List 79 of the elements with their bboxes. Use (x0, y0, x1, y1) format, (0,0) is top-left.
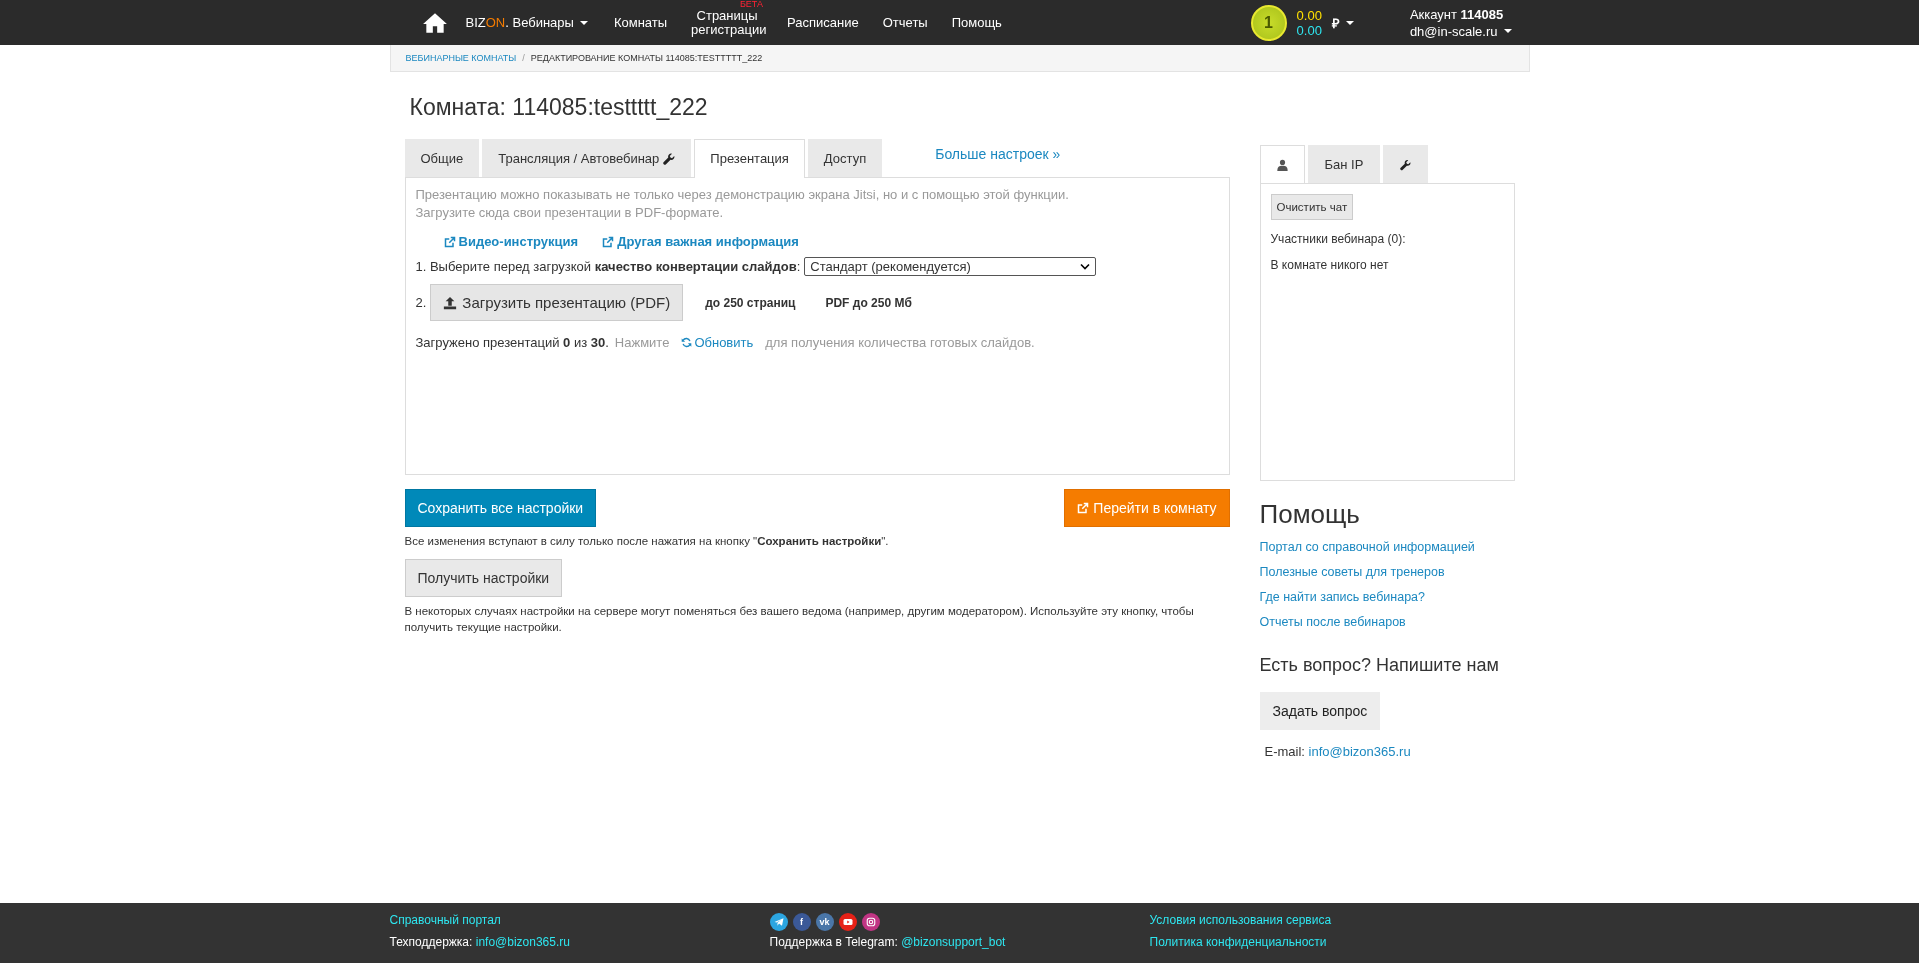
clear-chat-button[interactable]: Очистить чат (1270, 194, 1354, 220)
hint-text: Нажмите (614, 335, 670, 350)
email-label: E-mail: (1264, 744, 1305, 759)
footer-label: Поддержка в Telegram: (769, 935, 898, 949)
external-link[interactable]: Другая важная информация (602, 234, 799, 249)
currency-menu[interactable]: ₽ (1331, 13, 1340, 32)
tab[interactable]: Общие (404, 139, 480, 177)
nav-link[interactable]: Помощь (951, 15, 1002, 30)
balance: 0.00 (1296, 7, 1322, 23)
more-settings-link[interactable]: Больше настроек » (935, 146, 1061, 162)
account-email[interactable]: dh@in-scale.ru (1409, 22, 1498, 40)
external-link-icon (443, 235, 456, 248)
participants-title: Участники вебинара (0): (1270, 232, 1407, 246)
bonus-balance: 0.00 (1296, 22, 1322, 38)
upload-limit: до 250 страниц (705, 295, 796, 310)
footer-label: Техподдержка: (389, 935, 473, 949)
intro-text: Презентацию можно показывать не только через демонстрацию экрана Jitsi, но и с помощью этой функции. (415, 186, 1070, 204)
refresh-link[interactable]: Обновить (681, 335, 754, 350)
ask-button[interactable]: Задать вопрос (1259, 692, 1381, 730)
help-link[interactable]: Где найти запись вебинара? (1259, 590, 1425, 604)
breadcrumb-item[interactable]: ВЕБИНАРНЫЕ КОМНАТЫ (405, 53, 517, 63)
footer-link[interactable]: @bizonsupport_bot (901, 935, 1006, 949)
footer-link[interactable]: Справочный портал (389, 913, 770, 927)
quality-select[interactable]: Стандарт (рекомендуется) (804, 257, 1097, 276)
quality-label: 1. Выберите перед загрузкой качество конвертации слайдов: (415, 259, 801, 274)
social-icon[interactable] (838, 913, 857, 931)
caret-icon (579, 20, 588, 25)
nav-link[interactable]: Комнаты (613, 15, 668, 30)
intro-text: Загрузите сюда свои презентации в PDF-формате. (415, 204, 725, 222)
footer-link[interactable]: Условия использования сервиса (1149, 913, 1530, 927)
wrench-icon (663, 152, 676, 165)
breadcrumb-separator: / (522, 53, 525, 63)
social-icon[interactable]: f (792, 913, 811, 931)
social-icon[interactable]: vk (815, 913, 834, 931)
external-link[interactable]: Видео-инструкция (443, 234, 579, 249)
save-button[interactable]: Сохранить все настройки (404, 489, 597, 527)
tab[interactable]: Презентация (694, 139, 805, 178)
email-link[interactable]: info@bizon365.ru (1308, 744, 1411, 759)
help-title: Помощь (1259, 499, 1360, 530)
external-link-icon (602, 235, 615, 248)
footer-link[interactable]: Политика конфиденциальности (1149, 935, 1530, 949)
footer-link[interactable]: info@bizon365.ru (475, 935, 570, 949)
person-icon (1276, 159, 1288, 171)
get-settings-note: В некоторых случаях настройки на сервере могут поменяться без вашего ведома (например, другим модератором). Используйте эту кнопку, чтобы получить текущие настройки. (404, 604, 1195, 635)
get-settings-button[interactable]: Получить настройки (404, 559, 563, 597)
social-icon[interactable] (861, 913, 880, 931)
refresh-icon (681, 337, 693, 348)
save-note: Все изменения вступают в силу только после нажатия на кнопку "Сохранить настройки". (404, 534, 890, 549)
account-number: Аккаунт 114085 (1409, 5, 1505, 23)
help-link[interactable]: Отчеты после вебинаров (1259, 615, 1406, 629)
upload-status: Загружено презентаций 0 из 30. (415, 335, 609, 350)
side-tab[interactable]: Бан IP (1307, 145, 1381, 183)
beta-label: БЕТА (739, 0, 764, 9)
upload-icon (443, 295, 458, 310)
upload-limit: PDF до 250 Мб (825, 295, 912, 310)
side-tab[interactable] (1259, 145, 1305, 184)
upload-button[interactable]: Загрузить презентацию (PDF) (430, 284, 684, 321)
caret-icon (1503, 29, 1512, 33)
breadcrumb-item: РЕДАКТИРОВАНИЕ КОМНАТЫ 114085:TESTTTTT_222 (530, 53, 763, 63)
nav-link[interactable]: Страницы регистрации (691, 8, 764, 37)
chevron-down-icon (1080, 263, 1091, 270)
empty-room-text: В комнате никого нет (1270, 258, 1390, 272)
step-number: 2. (415, 295, 427, 310)
home-icon[interactable] (421, 11, 448, 34)
help-link[interactable]: Полезные советы для тренеров (1259, 565, 1445, 579)
external-link-icon (1077, 502, 1090, 514)
tab[interactable]: Доступ (807, 139, 883, 177)
caret-icon (1345, 20, 1354, 25)
brand-menu[interactable]: BIZON. Вебинары (465, 15, 574, 30)
hint-text: для получения количества готовых слайдов. (765, 335, 1035, 350)
nav-link[interactable]: Расписание (787, 15, 859, 30)
page-title: Комната: 114085:testtttt_222 (409, 94, 709, 121)
coin-icon: 1 (1250, 4, 1287, 41)
help-link[interactable]: Портал со справочной информацией (1259, 540, 1475, 554)
nav-link[interactable]: Отчеты (882, 15, 928, 30)
wrench-icon (1400, 158, 1412, 171)
social-icon[interactable] (769, 913, 788, 931)
tab[interactable]: Трансляция / Автовебинар (482, 139, 692, 177)
question-title: Есть вопрос? Напишите нам (1259, 655, 1499, 676)
